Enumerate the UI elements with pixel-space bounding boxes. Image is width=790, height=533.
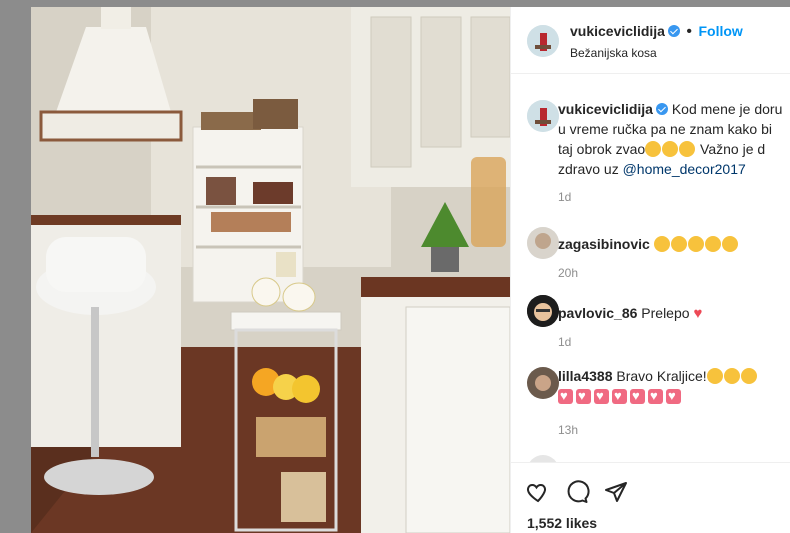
caption-time[interactable]: 1d	[558, 190, 571, 204]
comment-text: Prelepo	[641, 305, 690, 321]
commenter-avatar[interactable]	[527, 367, 559, 399]
comment-line: pavlovic_86 Prelepo ♥	[558, 304, 702, 323]
ok-hand-emoji-icon	[687, 236, 704, 252]
follow-button[interactable]: Follow	[698, 23, 742, 39]
author-line: vukiceviclidija • Follow	[570, 23, 743, 41]
comment-item: lilla4388 Bravo Kraljice! 13h	[511, 365, 790, 445]
caption-text: Kod mene je doru	[671, 101, 783, 117]
post-photo[interactable]	[31, 7, 510, 533]
comment-item: zagasibinovic 20h	[511, 223, 790, 283]
comment-hearts	[558, 387, 684, 406]
post-side-panel: vukiceviclidija • Follow Bežanijska kosa…	[510, 7, 790, 533]
likes-count[interactable]: 1,552 likes	[527, 515, 597, 531]
comment-icon[interactable]	[564, 480, 590, 504]
post-actions: 1,552 likes	[511, 462, 790, 533]
separator-dot: •	[686, 23, 693, 40]
caption: vukiceviclidija Kod mene je doru u vreme…	[511, 95, 790, 205]
ok-hand-emoji-icon	[670, 236, 687, 252]
author-avatar[interactable]	[527, 25, 559, 57]
heart-emoji-icon	[648, 387, 663, 405]
comment-username[interactable]: lilla4388	[558, 368, 613, 384]
grin-emoji-icon	[662, 141, 679, 157]
comment-time[interactable]: 13h	[558, 423, 578, 437]
caption-username[interactable]: vukiceviclidija	[558, 101, 653, 117]
caption-line-4: zdravo uz @home_decor2017	[558, 160, 746, 178]
heart-emoji-icon	[630, 387, 645, 405]
heart-emoji-icon	[612, 387, 627, 405]
kitchen-photo	[31, 7, 510, 533]
caption-line-2: u vreme ručka pa ne znam kako bi	[558, 121, 772, 137]
comment-line: lilla4388 Bravo Kraljice!	[558, 367, 758, 385]
heart-icon[interactable]	[525, 480, 551, 504]
comment-time[interactable]: 1d	[558, 335, 571, 349]
comment-username[interactable]: zagasibinovic	[558, 236, 650, 252]
comment-username[interactable]: pavlovic_86	[558, 305, 637, 321]
post-header: vukiceviclidija • Follow Bežanijska kosa	[511, 7, 790, 74]
author-username[interactable]: vukiceviclidija	[570, 23, 665, 39]
share-icon[interactable]	[603, 480, 629, 504]
clap-emoji-icon	[723, 368, 740, 384]
clap-emoji-icon	[706, 368, 723, 384]
post-location[interactable]: Bežanijska kosa	[570, 46, 657, 60]
caption-text: Važno je d	[696, 141, 766, 157]
heart-emoji-icon	[576, 387, 591, 405]
avatar-image	[527, 367, 559, 399]
grin-emoji-icon	[645, 141, 662, 157]
caption-text: zdravo uz	[558, 161, 623, 177]
heart-emoji-icon	[666, 387, 681, 405]
verified-badge-icon	[667, 25, 680, 37]
comment-item: pavlovic_86 Prelepo ♥ 1d	[511, 293, 790, 353]
avatar-image	[527, 25, 559, 57]
caption-line-1: vukiceviclidija Kod mene je doru	[558, 100, 782, 118]
mention-link[interactable]: @home_decor2017	[623, 161, 746, 177]
clap-emoji-icon	[740, 368, 757, 384]
grin-emoji-icon	[679, 141, 696, 157]
commenter-avatar[interactable]	[527, 295, 559, 327]
avatar-image	[527, 100, 559, 132]
commenter-avatar[interactable]	[527, 227, 559, 259]
comment-time[interactable]: 20h	[558, 266, 578, 280]
heart-emoji-icon	[558, 387, 573, 405]
caption-line-3: taj obrok zvao Važno je d	[558, 140, 765, 158]
ok-hand-emoji-icon	[653, 236, 670, 252]
avatar-image	[527, 295, 559, 327]
comment-line: zagasibinovic	[558, 235, 739, 253]
heart-emoji-icon	[594, 387, 609, 405]
comment-text: Bravo Kraljice!	[616, 368, 707, 384]
avatar-image	[527, 227, 559, 259]
caption-text: taj obrok zvao	[558, 141, 646, 157]
post-modal: vukiceviclidija • Follow Bežanijska kosa…	[31, 7, 790, 533]
ok-hand-emoji-icon	[704, 236, 721, 252]
red-heart-emoji-icon: ♥	[693, 305, 703, 322]
verified-badge-icon	[655, 103, 668, 115]
ok-hand-emoji-icon	[721, 236, 738, 252]
caption-avatar[interactable]	[527, 100, 559, 132]
